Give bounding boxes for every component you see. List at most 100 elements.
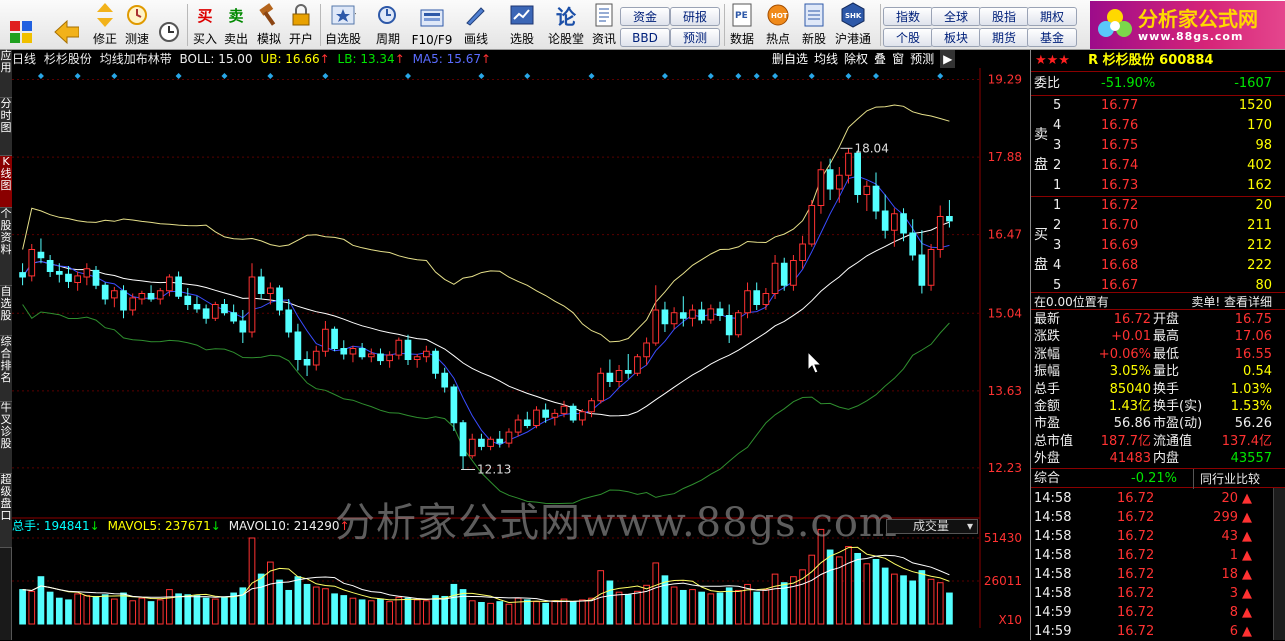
indicator-name[interactable]: 均线加布林带 <box>100 52 172 66</box>
svg-text:PE: PE <box>735 11 748 21</box>
stat-value: 85040 <box>1109 381 1151 397</box>
candle-body <box>257 276 265 294</box>
buy-volume: 80 <box>1255 278 1272 293</box>
candle-body <box>505 431 513 444</box>
fund2-pill[interactable]: 基金 <box>1027 28 1077 47</box>
global-pill[interactable]: 全球 <box>931 7 981 26</box>
candle-body <box>560 405 568 414</box>
weibi-row: 委比 -51.90% -1607 <box>1031 74 1285 94</box>
hot-button[interactable]: HOT 热点 <box>762 2 794 48</box>
open-account-label: 开户 <box>288 32 313 46</box>
futures-pill[interactable]: 期货 <box>979 28 1029 47</box>
individual-pill[interactable]: 个股 <box>883 28 933 47</box>
expand-panel-icon[interactable]: ▶ <box>940 50 956 68</box>
tab-super-quotes[interactable]: 超级盘口 <box>0 474 12 548</box>
volume-bar <box>863 563 871 625</box>
volume-bar <box>459 589 467 625</box>
price-tick-label: 12.23 <box>988 461 1022 475</box>
exright-button[interactable]: 除权 <box>844 50 868 68</box>
candle-body <box>276 287 283 311</box>
watchlist-button[interactable]: 自选股 <box>322 2 364 48</box>
shhk-button[interactable]: SHK 沪港通 <box>832 2 874 48</box>
volume-bar <box>395 596 403 625</box>
stock-name-text: 杉杉股份 <box>43 52 92 66</box>
tick-time: 14:58 <box>1034 567 1072 582</box>
options-pill[interactable]: 期权 <box>1027 7 1077 26</box>
volume-bar <box>854 552 861 625</box>
sell-row: 2 16.74 402 <box>1031 156 1285 176</box>
candle-body <box>221 304 228 314</box>
news-button[interactable]: 资讯 <box>588 2 620 48</box>
overlay-button[interactable]: 叠 <box>874 50 886 68</box>
sell-button[interactable]: 卖 卖出 <box>221 2 251 48</box>
sell-price: 16.75 <box>1101 138 1139 153</box>
volume-bar <box>37 576 45 625</box>
candle-body <box>312 350 320 366</box>
stat-row: 涨跌 +0.01 最高 17.06 <box>1031 328 1285 346</box>
simulate-button[interactable]: 模拟 <box>254 2 284 48</box>
tab-ranking[interactable]: 综合排名 <box>0 336 12 402</box>
sector-pill[interactable]: 板块 <box>931 28 981 47</box>
tick-row: 14:58 16.72 43 ▲ <box>1031 527 1285 546</box>
cycle-icon <box>375 2 401 28</box>
stat-label: 量比 <box>1153 364 1180 380</box>
industry-compare-button[interactable]: 同行业比较 <box>1193 469 1260 489</box>
select-stock-button[interactable]: 选股 <box>500 2 544 48</box>
research-pill[interactable]: 研报 <box>670 7 720 26</box>
tab-kline[interactable]: K线图 <box>0 156 12 208</box>
buy-volume: 212 <box>1247 238 1272 253</box>
tab-intraday[interactable]: 分时图 <box>0 98 12 156</box>
draw-line-button[interactable]: 画线 <box>456 2 496 48</box>
signal-diamond-icon <box>588 73 595 79</box>
ub-up-arrow: ↑ <box>319 52 330 66</box>
volume-bar <box>780 582 788 625</box>
ma5-value: MA5: 15.67 <box>412 52 481 66</box>
forum-button[interactable]: 论 论股堂 <box>546 2 586 48</box>
tab-watchlist[interactable]: 自选股 <box>0 286 12 336</box>
fund-pill[interactable]: 资金 <box>620 7 670 26</box>
buy-side-label: 买 盘 <box>1034 220 1048 280</box>
ma-toggle-button[interactable]: 均线 <box>814 50 838 68</box>
volume-indicator-select[interactable]: 成交量 ▾ <box>886 519 978 534</box>
forecast-button[interactable]: 预测 <box>910 50 934 68</box>
correct-button[interactable]: 修正 <box>90 2 120 48</box>
candle-body <box>404 339 412 360</box>
new-stock-button[interactable]: 新股 <box>798 2 830 48</box>
candle-body <box>138 293 146 300</box>
stat-value: 187.7亿 <box>1100 433 1151 449</box>
signal-diamond-icon <box>937 73 944 79</box>
volume-bar <box>367 600 375 625</box>
lock-icon <box>288 2 314 28</box>
candle-body <box>230 312 237 322</box>
tab-stock-info[interactable]: 个股资料 <box>0 208 12 286</box>
grid-menu-button[interactable] <box>4 2 38 48</box>
data-button[interactable]: PE 数据 <box>726 2 758 48</box>
sell-level: 3 <box>1053 138 1062 153</box>
candle-body <box>891 213 898 231</box>
stat-row: 涨幅 +0.06% 最低 16.55 <box>1031 346 1285 364</box>
buy-button[interactable]: 买 买入 <box>190 2 220 48</box>
open-account-button[interactable]: 开户 <box>286 2 316 48</box>
remove-watchlist-button[interactable]: 删自选 <box>772 50 808 68</box>
stat-row: 最新 16.72 开盘 16.75 <box>1031 311 1285 329</box>
ma5-up-arrow: ↑ <box>481 52 492 66</box>
speed-test-button[interactable]: 测速 <box>122 2 152 48</box>
candle-body <box>725 315 733 336</box>
bbd-pill[interactable]: BBD <box>620 28 670 47</box>
back-button[interactable] <box>48 2 84 48</box>
forecast-pill[interactable]: 预测 <box>670 28 720 47</box>
f10-button[interactable]: F10/F9 <box>410 2 454 48</box>
data-label: 数据 <box>729 32 754 46</box>
tab-diagnosis[interactable]: 牛叉诊股 <box>0 402 12 474</box>
tab-apps[interactable]: 应用 <box>0 50 12 98</box>
tick-up-arrow-icon: ▲ <box>1242 567 1252 582</box>
index-pill[interactable]: 指数 <box>883 7 933 26</box>
period-text[interactable]: 日线 <box>12 52 36 66</box>
window-button[interactable]: 窗 <box>892 50 904 68</box>
volume-bar <box>358 599 366 625</box>
period-button[interactable]: 周期 <box>368 2 408 48</box>
stock-index-pill[interactable]: 股指 <box>979 7 1029 26</box>
stat-value: 43557 <box>1230 451 1272 467</box>
clock-button[interactable] <box>154 2 184 48</box>
buy-volume: 20 <box>1255 198 1272 213</box>
